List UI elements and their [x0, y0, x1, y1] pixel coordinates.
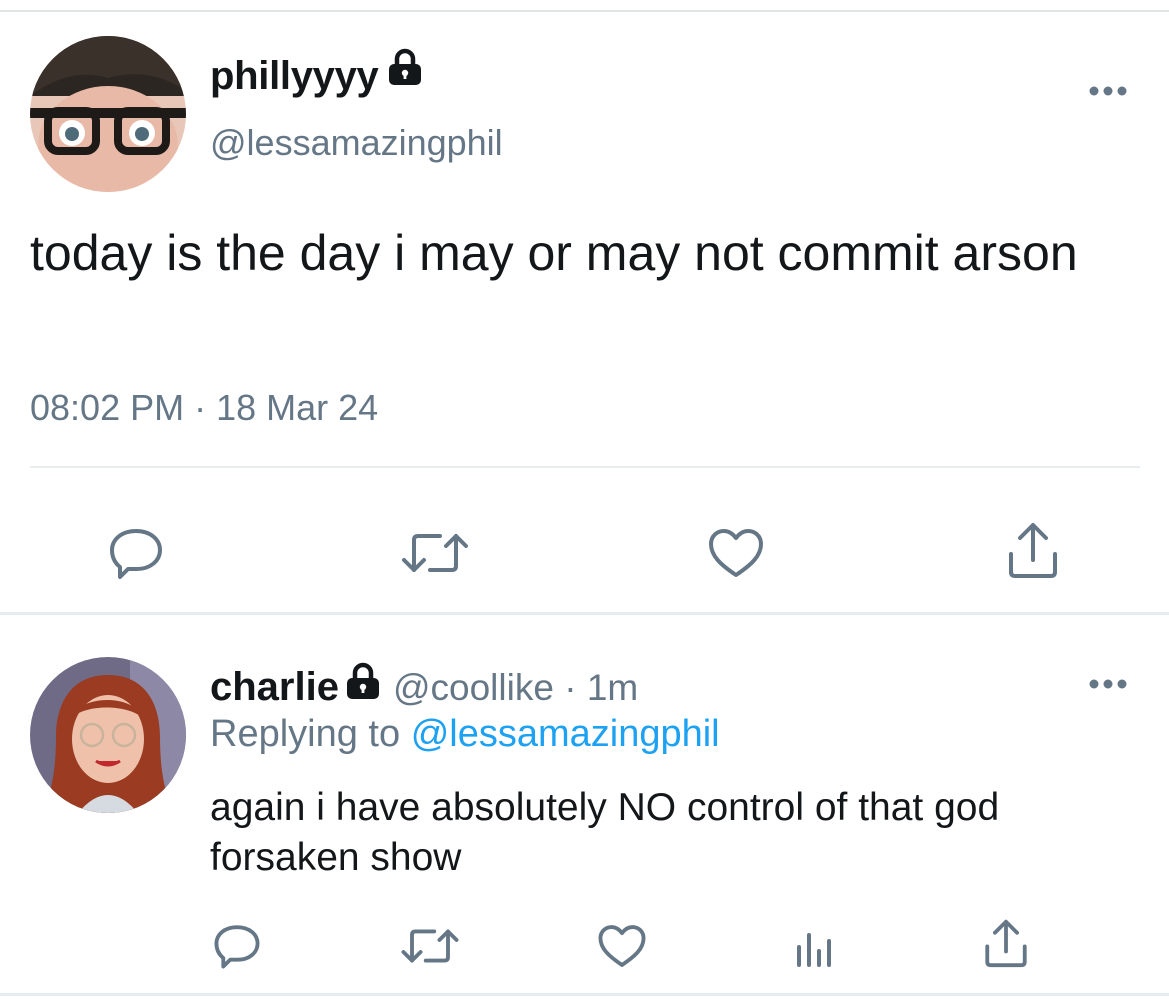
retweet-icon[interactable]	[400, 530, 470, 581]
lock-icon	[345, 662, 381, 710]
avatar[interactable]	[30, 657, 186, 813]
replying-to-link[interactable]: @lessamazingphil	[411, 713, 720, 755]
time-ago[interactable]: 1m	[587, 667, 638, 708]
reply-icon[interactable]	[108, 527, 164, 584]
divider	[30, 466, 1140, 468]
display-name-text[interactable]: phillyyyy	[210, 54, 379, 98]
lock-icon	[387, 48, 423, 96]
replying-prefix: Replying to	[210, 713, 401, 755]
bottom-border	[0, 993, 1169, 996]
user-handle[interactable]: @coollike	[393, 667, 554, 708]
timestamp[interactable]: 08:02 PM · 18 Mar 24	[30, 387, 378, 429]
retweet-icon[interactable]	[400, 926, 460, 971]
share-icon[interactable]	[983, 917, 1029, 974]
separator: ·	[554, 667, 587, 708]
avatar[interactable]	[30, 36, 186, 192]
more-icon[interactable]	[1088, 677, 1128, 695]
separator-dot: ·	[564, 667, 577, 708]
tweet-text: today is the day i may or may not commit…	[30, 225, 1078, 281]
tweet-text: again i have absolutely NO control of th…	[210, 786, 1000, 879]
reply-icon[interactable]	[213, 923, 261, 974]
display-name[interactable]: phillyyyy	[210, 49, 423, 102]
user-handle[interactable]: @lessamazingphil	[210, 122, 503, 164]
main-tweet: phillyyyy @lessamazingphil today is the …	[0, 12, 1169, 612]
like-icon[interactable]	[707, 527, 765, 584]
reply-header: charlie @coollike · 1m	[210, 662, 638, 714]
display-name[interactable]: charlie	[210, 665, 339, 709]
reply-tweet[interactable]: charlie @coollike · 1m Replying to @lessa…	[0, 615, 1169, 999]
share-icon[interactable]	[1006, 520, 1060, 585]
more-icon[interactable]	[1088, 84, 1128, 102]
like-icon[interactable]	[597, 923, 647, 974]
replying-to: Replying to @lessamazingphil	[210, 713, 720, 756]
analytics-icon[interactable]	[793, 923, 837, 974]
